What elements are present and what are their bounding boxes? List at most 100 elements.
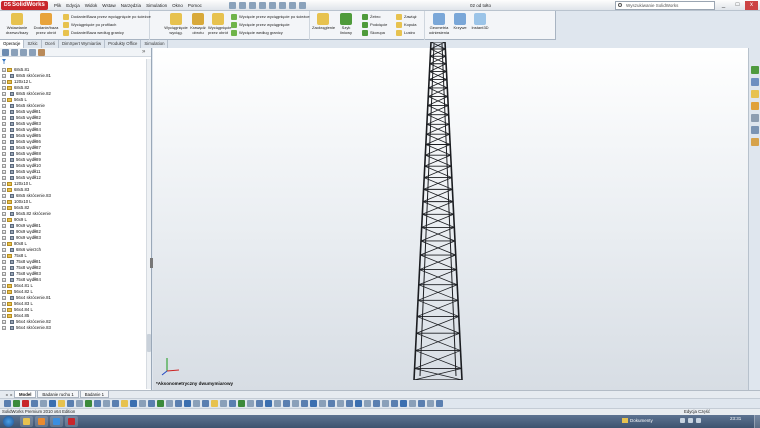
appearances-icon[interactable] <box>751 126 759 134</box>
view-tool-icon[interactable] <box>139 400 146 407</box>
view-tool-icon[interactable] <box>346 400 353 407</box>
view-tool-icon[interactable] <box>148 400 155 407</box>
taskbar-browser[interactable] <box>50 416 63 427</box>
instant3d-button[interactable]: Instant3D <box>470 13 490 31</box>
expand-icon[interactable]: + <box>2 98 6 102</box>
tray-network-icon[interactable] <box>688 418 693 423</box>
view-tool-icon[interactable] <box>355 400 362 407</box>
expand-icon[interactable]: + <box>2 212 6 216</box>
view-tool-icon[interactable] <box>121 400 128 407</box>
tree-item[interactable]: +56x4 skrócenie.83 <box>0 325 146 331</box>
view-tool-icon[interactable] <box>103 400 110 407</box>
show-desktop-button[interactable] <box>754 415 760 428</box>
resources-icon[interactable] <box>751 66 759 74</box>
expand-icon[interactable]: + <box>2 116 6 120</box>
lofted-cut-button[interactable]: Wycięcie przez wyciągnięcie <box>231 21 290 28</box>
view-tool-icon[interactable] <box>256 400 263 407</box>
view-tool-icon[interactable] <box>400 400 407 407</box>
display-manager-icon[interactable] <box>38 49 45 56</box>
solidworks-logo[interactable]: DSSolidWorks <box>1 1 48 10</box>
view-tool-icon[interactable] <box>418 400 425 407</box>
expand-icon[interactable]: + <box>2 200 6 204</box>
view-tool-icon[interactable] <box>292 400 299 407</box>
taskbar-explorer[interactable] <box>20 416 33 427</box>
expand-icon[interactable]: + <box>2 140 6 144</box>
expand-icon[interactable]: + <box>2 290 6 294</box>
tray-flag-icon[interactable] <box>680 418 685 423</box>
menu-item-0[interactable]: Plik <box>54 1 61 10</box>
view-tool-icon[interactable] <box>166 400 173 407</box>
shell-button[interactable]: Skorupa <box>362 29 385 36</box>
undo-icon[interactable] <box>269 2 276 9</box>
revolve-cut-button[interactable]: Wyciągnięcie przez obrót <box>208 13 232 35</box>
new-icon[interactable] <box>229 2 236 9</box>
expand-icon[interactable]: + <box>2 92 6 96</box>
tab-model[interactable]: Model <box>14 391 37 398</box>
view-tool-icon[interactable] <box>175 400 182 407</box>
view-tool-icon[interactable] <box>373 400 380 407</box>
menu-item-3[interactable]: Wstaw <box>102 1 116 10</box>
fillet-button[interactable]: Zaokrąglenie <box>312 13 335 31</box>
reference-geometry-button[interactable]: Geometria odniesienia <box>427 13 451 35</box>
view-tool-icon[interactable] <box>202 400 209 407</box>
expand-icon[interactable]: + <box>2 236 6 240</box>
expand-icon[interactable]: + <box>2 194 6 198</box>
expand-icon[interactable]: + <box>2 272 6 276</box>
start-button[interactable] <box>3 416 14 427</box>
view-tool-icon[interactable] <box>40 400 47 407</box>
expand-icon[interactable]: + <box>2 284 6 288</box>
expand-icon[interactable]: + <box>2 170 6 174</box>
design-library-icon[interactable] <box>751 78 759 86</box>
menu-item-4[interactable]: Narzędzia <box>121 1 141 10</box>
menu-item-6[interactable]: Okno <box>172 1 183 10</box>
expand-icon[interactable]: + <box>2 158 6 162</box>
close-button[interactable]: x <box>745 1 758 10</box>
graphics-area[interactable]: *Aksonometryczny dwumymiarowy <box>153 42 748 390</box>
save-icon[interactable] <box>249 2 256 9</box>
view-tool-icon[interactable] <box>58 400 65 407</box>
menu-item-1[interactable]: Edycja <box>66 1 80 10</box>
expand-icon[interactable]: + <box>2 68 6 72</box>
view-tool-icon[interactable] <box>211 400 218 407</box>
boundary-boss-button[interactable]: Dodanie/Baza według granicy <box>63 29 124 36</box>
rebuild-icon[interactable] <box>289 2 296 9</box>
options-icon[interactable] <box>299 2 306 9</box>
tab-1[interactable]: Szkic <box>24 40 42 48</box>
view-tool-icon[interactable] <box>229 400 236 407</box>
view-tool-icon[interactable] <box>274 400 281 407</box>
expand-icon[interactable]: + <box>2 176 6 180</box>
expand-icon[interactable]: + <box>2 188 6 192</box>
tab-3[interactable]: DimXpert Wymiarów <box>59 40 106 48</box>
taskbar-media[interactable] <box>35 416 48 427</box>
lofted-boss-button[interactable]: Wyciągnięcie po profilach <box>63 21 116 28</box>
expand-icon[interactable]: + <box>2 182 6 186</box>
expand-icon[interactable]: + <box>2 110 6 114</box>
view-tool-icon[interactable] <box>364 400 371 407</box>
view-palette-icon[interactable] <box>751 114 759 122</box>
tab-2[interactable]: Oceń <box>42 40 59 48</box>
expand-icon[interactable]: + <box>2 146 6 150</box>
expand-icon[interactable]: + <box>2 296 6 300</box>
menu-item-2[interactable]: Widok <box>85 1 98 10</box>
view-tool-icon[interactable] <box>49 400 56 407</box>
expand-icon[interactable]: + <box>2 86 6 90</box>
curves-button[interactable]: Krzywe <box>452 13 468 31</box>
print-icon[interactable] <box>259 2 266 9</box>
view-tool-icon[interactable] <box>31 400 38 407</box>
expand-icon[interactable]: + <box>2 128 6 132</box>
hole-wizard-button[interactable]: Krawędź obrotu <box>188 13 208 35</box>
expand-icon[interactable]: + <box>2 254 6 258</box>
tab-4[interactable]: Produkty Office <box>105 40 142 48</box>
expand-icon[interactable]: + <box>2 230 6 234</box>
expand-icon[interactable]: + <box>2 74 6 78</box>
view-tool-icon[interactable] <box>247 400 254 407</box>
taskbar-documents[interactable]: Dokumenty <box>622 418 653 424</box>
rib-button[interactable]: Żebro <box>362 13 380 20</box>
taskbar-solidworks[interactable] <box>65 416 78 427</box>
view-tool-icon[interactable] <box>238 400 245 407</box>
maximize-button[interactable]: □ <box>731 1 744 10</box>
extrude-boss-button[interactable]: Wstawianie drzewo/bazy <box>3 13 31 35</box>
expand-icon[interactable]: + <box>2 320 6 324</box>
open-icon[interactable] <box>239 2 246 9</box>
expand-icon[interactable]: + <box>2 302 6 306</box>
